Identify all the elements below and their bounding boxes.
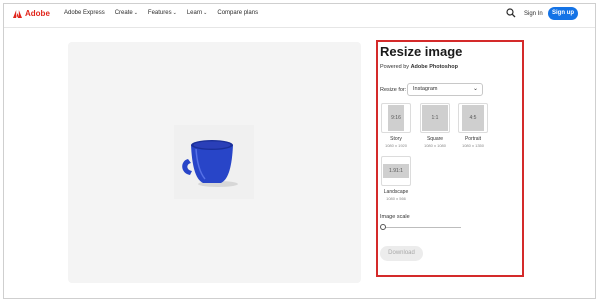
nav-link-adobe-express[interactable]: Adobe Express [64,10,105,16]
nav-link-label: Create [114,10,133,16]
adobe-logo[interactable]: Adobe [13,9,50,18]
blue-cup-image [182,140,238,187]
option-size: 1080 x 566 [386,196,406,201]
ratio-preview: 1:1 [422,105,448,131]
option-name: Portrait [464,136,482,142]
uploaded-image [174,125,254,199]
powered-brand: Adobe Photoshop [410,64,458,70]
nav-links: Adobe Express Create⌄ Features⌄ Learn⌄ C… [64,10,258,16]
sign-up-button[interactable]: Sign up [548,7,578,20]
size-option-portrait[interactable]: 4:5 Portrait 1080 x 1350 [456,103,490,148]
resize-for-label: Resize for: [380,87,407,93]
option-name: Landscape [383,189,409,195]
resize-for-value: Instagram [413,86,438,92]
nav-link-compare-plans[interactable]: Compare plans [217,10,258,16]
sign-in-link[interactable]: Sign In [524,11,543,17]
option-thumbnail: 4:5 [458,103,488,133]
panel-title: Resize image [380,44,463,59]
download-button[interactable]: Download [380,246,423,261]
image-scale-label: Image scale [380,214,410,220]
ratio-preview: 4:5 [462,105,484,131]
option-thumbnail: 1:1 [420,103,450,133]
nav-link-label: Adobe Express [64,10,105,16]
option-name: Story [390,136,402,142]
image-scale-slider[interactable] [385,227,461,228]
brand-name: Adobe [25,9,50,18]
search-icon[interactable] [506,8,516,18]
option-size: 1080 x 1920 [384,143,408,148]
nav-link-create[interactable]: Create⌄ [115,10,138,16]
chevron-down-icon: ⌄ [472,86,478,92]
option-thumbnail: 9:16 [381,103,411,133]
option-name: Square [426,136,444,142]
nav-link-features[interactable]: Features⌄ [148,10,177,16]
nav-link-label: Features [147,10,172,16]
option-size: 1080 x 1350 [461,143,485,148]
resize-for-select[interactable]: Instagram ⌄ [407,83,483,96]
nav-link-label: Compare plans [217,10,259,16]
powered-prefix: Powered by [380,64,411,70]
nav-divider [4,27,595,28]
top-navigation: Adobe Adobe Express Create⌄ Features⌄ Le… [0,0,600,27]
powered-by-text: Powered by Adobe Photoshop [380,64,458,70]
size-option-square[interactable]: 1:1 Square 1080 x 1080 [418,103,452,148]
chevron-down-icon: ⌄ [172,10,177,16]
ratio-preview: 9:16 [388,105,404,131]
nav-link-label: Learn [186,10,203,16]
slider-handle[interactable] [380,224,386,230]
chevron-down-icon: ⌄ [133,10,138,16]
adobe-logo-icon [13,9,22,18]
size-option-landscape[interactable]: 1.91:1 Landscape 1080 x 566 [379,156,413,201]
size-option-story[interactable]: 9:16 Story 1080 x 1920 [379,103,413,148]
nav-link-learn[interactable]: Learn⌄ [187,10,208,16]
option-size: 1080 x 1080 [423,143,447,148]
chevron-down-icon: ⌄ [203,10,208,16]
option-thumbnail: 1.91:1 [381,156,411,186]
ratio-preview: 1.91:1 [383,164,409,178]
